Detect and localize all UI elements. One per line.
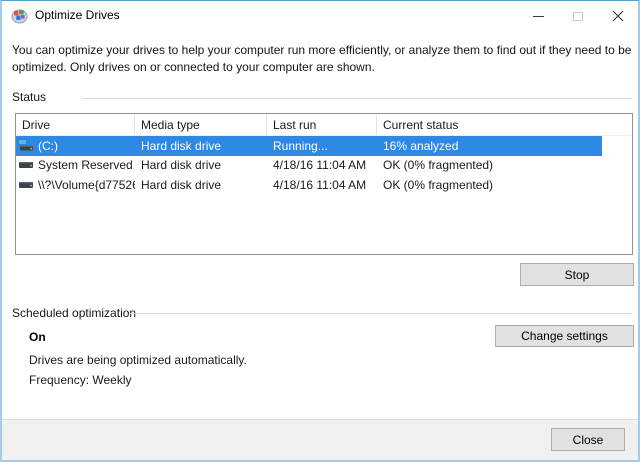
scheduled-section-label: Scheduled optimization <box>12 306 136 320</box>
current-status: OK (0% fragmented) <box>377 178 602 192</box>
status-section-label: Status <box>12 90 46 104</box>
drive-name: (C:) <box>38 139 58 153</box>
scheduled-frequency: Frequency: Weekly <box>29 373 132 387</box>
close-window-button[interactable] <box>598 1 638 31</box>
drive-list-header: Drive Media type Last run Current status <box>16 114 632 136</box>
media-type: Hard disk drive <box>135 158 267 172</box>
current-status: 16% analyzed <box>377 139 602 153</box>
column-header-current-status[interactable]: Current status <box>377 114 602 135</box>
scheduled-separator <box>130 313 632 314</box>
change-settings-button[interactable]: Change settings <box>495 325 634 347</box>
status-separator <box>82 98 632 99</box>
table-row-drive-c[interactable]: (C:) Hard disk drive Running... 16% anal… <box>16 136 602 156</box>
title-bar: Optimize Drives <box>2 1 638 31</box>
minimize-button[interactable] <box>518 1 558 31</box>
last-run: 4/18/16 11:04 AM <box>267 178 377 192</box>
window-title: Optimize Drives <box>35 1 120 30</box>
dialog-footer <box>2 419 638 460</box>
drive-name: \\?\Volume{d77526... <box>38 178 135 192</box>
drive-list: Drive Media type Last run Current status… <box>15 113 633 255</box>
column-header-media-type[interactable]: Media type <box>135 114 267 135</box>
scheduled-state: On <box>29 330 46 344</box>
dialog-description: You can optimize your drives to help you… <box>12 42 632 76</box>
close-icon <box>612 10 624 22</box>
drive-icon <box>18 156 38 174</box>
window-controls <box>518 1 638 31</box>
close-button[interactable]: Close <box>551 428 625 451</box>
table-row-volume[interactable]: \\?\Volume{d77526... Hard disk drive 4/1… <box>16 175 602 195</box>
description-line1: You can optimize your drives to help you… <box>12 42 632 59</box>
media-type: Hard disk drive <box>135 178 267 192</box>
last-run: 4/18/16 11:04 AM <box>267 158 377 172</box>
stop-button[interactable]: Stop <box>520 263 634 286</box>
drive-icon <box>18 176 38 194</box>
column-header-last-run[interactable]: Last run <box>267 114 377 135</box>
optimize-drives-dialog: Optimize Drives You can optimize your dr… <box>0 0 640 462</box>
scheduled-description: Drives are being optimized automatically… <box>29 353 247 367</box>
system-drive-icon <box>18 137 38 155</box>
maximize-button <box>558 1 598 31</box>
media-type: Hard disk drive <box>135 139 267 153</box>
minimize-icon <box>533 16 544 17</box>
maximize-icon <box>573 12 583 21</box>
table-row-system-reserved[interactable]: System Reserved Hard disk drive 4/18/16 … <box>16 156 602 176</box>
column-header-drive[interactable]: Drive <box>16 114 135 135</box>
defrag-app-icon <box>11 7 28 24</box>
last-run: Running... <box>267 139 377 153</box>
drive-name: System Reserved <box>38 158 133 172</box>
description-line2: optimized. Only drives on or connected t… <box>12 59 632 76</box>
current-status: OK (0% fragmented) <box>377 158 602 172</box>
